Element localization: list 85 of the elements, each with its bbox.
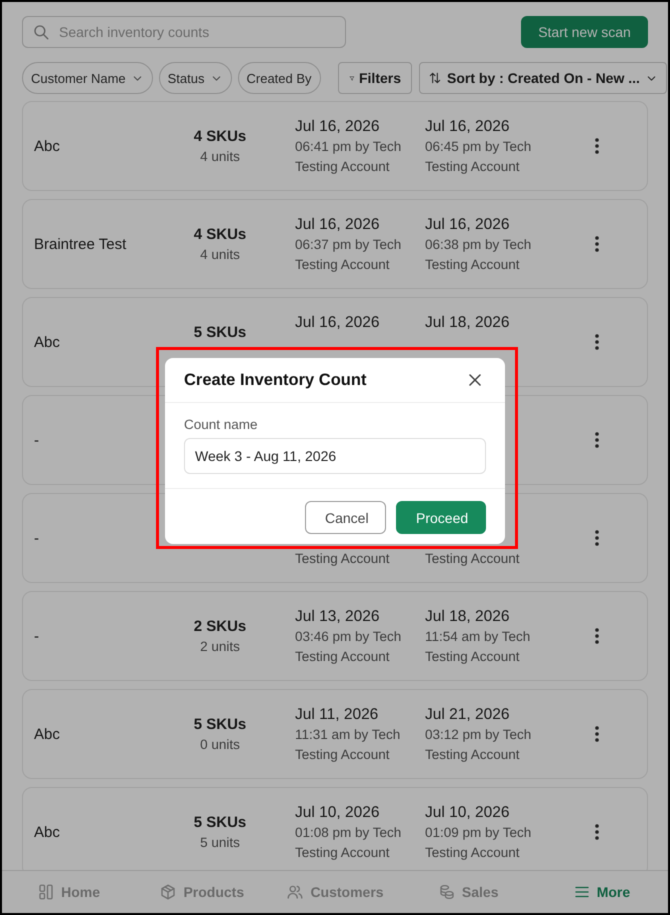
sku-count: 5 SKUs [194, 714, 246, 734]
customer-name: Abc [34, 824, 61, 840]
date-text: Jul 10, 2026 [425, 803, 510, 823]
author-text: Testing Account [425, 648, 521, 666]
more-options-icon[interactable] [595, 138, 599, 154]
date-text: Jul 16, 2026 [295, 313, 380, 333]
sku-count: 5 SKUs [194, 812, 246, 832]
author-text: Testing Account [425, 844, 521, 862]
customer-name: - [34, 530, 40, 546]
date-text: Jul 18, 2026 [425, 607, 510, 627]
date-text: Jul 16, 2026 [295, 215, 380, 235]
field-label: Count name [184, 417, 259, 432]
customer-name: Braintree Test [34, 236, 128, 252]
author-text: Testing Account [295, 746, 391, 764]
time-text: 03:12 pm by Tech [425, 726, 532, 744]
sku-count: 2 SKUs [194, 616, 246, 636]
author-text: Testing Account [425, 746, 521, 764]
count-name-field[interactable]: Week 3 - Aug 11, 2026 [184, 438, 486, 474]
unit-count: 4 units [200, 246, 240, 264]
time-text: 01:08 pm by Tech [295, 824, 402, 842]
author-text: Testing Account [425, 158, 521, 176]
filters-button[interactable]: Filters [338, 62, 412, 94]
unit-count: 5 units [200, 834, 240, 852]
author-text: Testing Account [295, 256, 391, 274]
dialog-title: Create Inventory Count [184, 370, 366, 390]
author-text: Testing Account [295, 648, 391, 666]
unit-count: 0 units [200, 736, 240, 754]
time-text: 06:37 pm by Tech [295, 236, 402, 254]
unit-count: 2 units [200, 638, 240, 656]
count-card[interactable]: - 2 SKUs 2 units Jul 13, 2026 03:46 pm by Tech Testing Account Jul 18, 2026 11:54 am by Tech Testing Account [22, 591, 648, 681]
proceed-button[interactable]: Proceed [396, 501, 486, 534]
author-text: Testing Account [295, 158, 391, 176]
sku-count: 5 SKUs [194, 322, 246, 342]
start-scan-button[interactable]: Start new scan [521, 16, 648, 48]
more-options-icon[interactable] [595, 432, 599, 448]
search-icon [32, 23, 50, 41]
time-text: 03:46 pm by Tech [295, 628, 402, 646]
customer-name: Abc [34, 334, 61, 350]
sku-count: 4 SKUs [194, 224, 246, 244]
coins-icon [438, 883, 456, 901]
more-options-icon[interactable] [595, 824, 599, 840]
date-text: Jul 16, 2026 [425, 215, 510, 235]
time-text: 06:41 pm by Tech [295, 138, 402, 156]
filter-chip[interactable]: Status [158, 62, 232, 94]
more-options-icon[interactable] [595, 334, 599, 350]
home-icon [37, 883, 56, 901]
sku-count: 4 SKUs [194, 126, 246, 146]
date-text: Jul 10, 2026 [295, 803, 380, 823]
time-text: 11:54 am by Tech [425, 628, 532, 646]
more-options-icon[interactable] [595, 628, 599, 644]
author-text: Testing Account [295, 550, 391, 568]
customer-name: Abc [34, 138, 61, 154]
count-card[interactable]: Abc 5 SKUs 5 units Jul 10, 2026 01:08 pm by Tech Testing Account Jul 10, 2026 01:09 pm by Tech Testing Account [22, 787, 648, 870]
time-text: 01:09 pm by Tech [425, 824, 532, 842]
author-text: Testing Account [425, 256, 521, 274]
count-card[interactable]: Braintree Test 4 SKUs 4 units Jul 16, 2026 06:37 pm by Tech Testing Account Jul 16, 2026 06:38 pm by Tech Testing Account [22, 199, 648, 289]
box-icon [159, 883, 178, 901]
filter-chip[interactable]: Customer Name [22, 62, 153, 94]
date-text: Jul 16, 2026 [425, 117, 510, 137]
cancel-button[interactable]: Cancel [305, 501, 386, 534]
count-card[interactable]: Abc 5 SKUs 0 units Jul 11, 2026 11:31 am by Tech Testing Account Jul 21, 2026 03:12 pm by Tech Testing Account [22, 689, 648, 779]
more-options-icon[interactable] [595, 726, 599, 742]
customer-name: - [34, 432, 40, 448]
time-text: 11:31 am by Tech [295, 726, 402, 744]
date-text: Jul 16, 2026 [295, 117, 380, 137]
sort-button[interactable]: Sort by : Created On - New ... [419, 62, 667, 94]
time-text: 06:45 pm by Tech [425, 138, 532, 156]
author-text: Testing Account [425, 550, 521, 568]
customer-name: - [34, 628, 40, 644]
date-text: Jul 13, 2026 [295, 607, 380, 627]
date-text: Jul 18, 2026 [425, 313, 510, 333]
filter-chip[interactable]: Created By [238, 62, 321, 94]
unit-count: 4 units [200, 148, 240, 166]
search-field[interactable]: Search inventory counts [22, 16, 346, 48]
date-text: Jul 11, 2026 [295, 705, 380, 725]
sort-icon [428, 71, 442, 85]
people-icon [286, 883, 304, 901]
nav-tab[interactable]: More [534, 871, 668, 913]
more-options-icon[interactable] [595, 236, 599, 252]
author-text: Testing Account [295, 844, 391, 862]
count-card[interactable]: Abc 4 SKUs 4 units Jul 16, 2026 06:41 pm by Tech Testing Account Jul 16, 2026 06:45 pm by Tech Testing Account [22, 101, 648, 191]
date-text: Jul 21, 2026 [425, 705, 510, 725]
customer-name: Abc [34, 726, 61, 742]
more-options-icon[interactable] [595, 530, 599, 546]
time-text: 06:38 pm by Tech [425, 236, 532, 254]
